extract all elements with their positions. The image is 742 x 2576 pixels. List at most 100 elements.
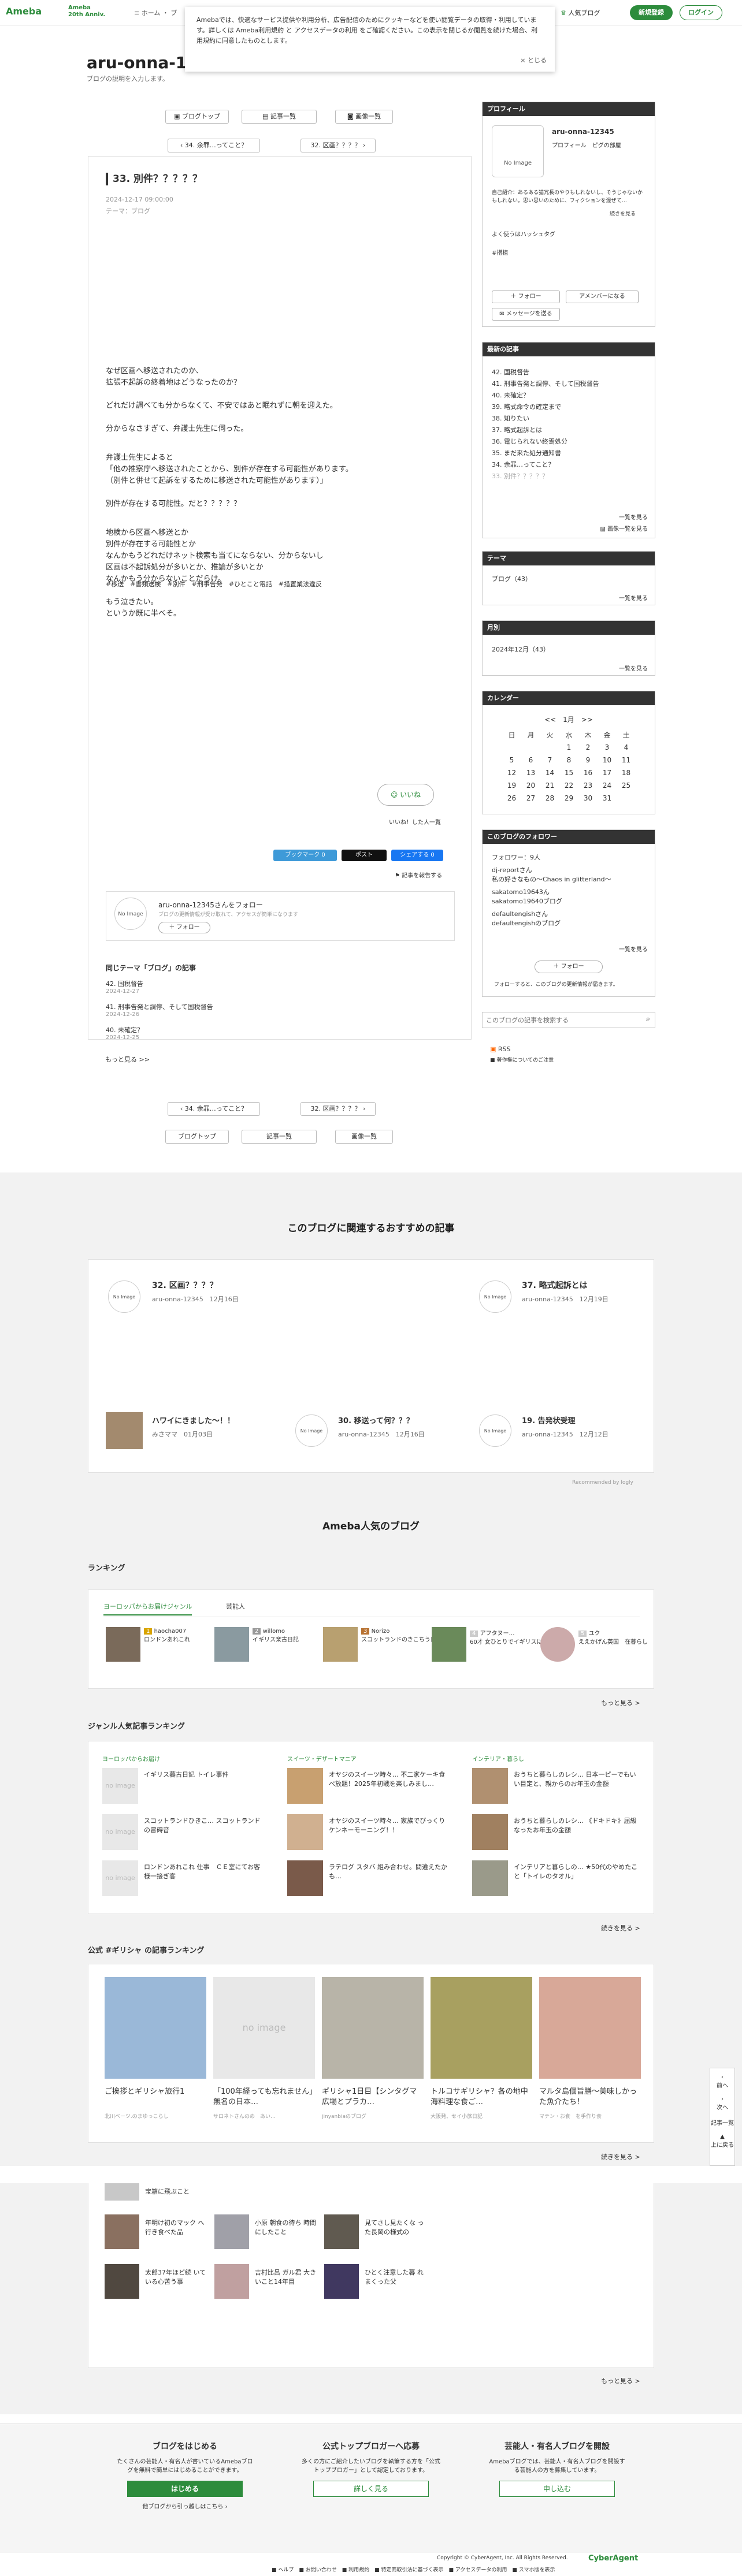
report-link[interactable]: ⚑ 記事を報告する xyxy=(395,870,442,879)
rank-item[interactable]: 5 ユク ええかげん英国 在暮らし xyxy=(578,1628,648,1646)
recent-item[interactable]: 39. 略式命令の確定まで xyxy=(492,403,561,412)
followers-follow-button[interactable]: ＋ フォロー xyxy=(535,961,603,973)
recent-item[interactable]: 42. 国税督告 xyxy=(492,368,529,377)
official-item-title[interactable]: ギリシャ1日目【シンタグマ広場とプラカ… xyxy=(322,2087,424,2108)
genre-item[interactable]: オヤジのスイーツ時々… 家族でびっくりケンネーモーニング！！ xyxy=(329,1816,450,1835)
grid-thumb[interactable] xyxy=(214,2264,249,2299)
genre-continue-link[interactable]: 続きを見る > xyxy=(601,1923,640,1933)
recent-item[interactable]: 35. まだ来た処分通知書 xyxy=(492,449,561,458)
follower-item[interactable]: 私の好きなもの〜Chaos in glitterland〜 xyxy=(492,875,611,884)
rank-thumb[interactable] xyxy=(432,1627,466,1662)
hashtag-item[interactable]: #措植 xyxy=(492,248,508,256)
official-thumb[interactable] xyxy=(431,1977,532,2079)
prev-article-button-bottom[interactable]: ‹ 34. 余罪…ってこと？ xyxy=(168,1102,260,1116)
genre-item[interactable]: オヤジのスイーツ時々… 不二家ケーキ食べ放題！2025年初戦を楽しみまし… xyxy=(329,1770,450,1789)
related-item[interactable]: 40. 未確定？ xyxy=(106,1025,143,1034)
follow-button[interactable]: ＋ フォロー xyxy=(158,922,210,933)
recent-item[interactable]: 40. 未確定？ xyxy=(492,391,529,400)
tab-celebrity[interactable]: 芸能人 xyxy=(226,1602,245,1611)
home-nav[interactable]: ≡ ホーム ・ ブ xyxy=(134,8,177,17)
monthly-more-link[interactable]: 一覧を見る xyxy=(619,664,648,672)
recent-more-link[interactable]: 一覧を見る xyxy=(619,512,648,521)
genre-thumb[interactable] xyxy=(287,1768,323,1804)
bio-more-link[interactable]: 続きを見る xyxy=(610,210,636,217)
official-item-title[interactable]: 「100年経っても忘れません」無名の日本… xyxy=(213,2087,315,2108)
copyright-notice-link[interactable]: ■ 著作権についてのご注意 xyxy=(490,1056,554,1063)
login-button[interactable]: ログイン xyxy=(680,5,722,20)
profile-avatar[interactable]: No Image xyxy=(492,125,544,177)
article-title[interactable]: 33. 別件？？？？？ xyxy=(106,173,202,185)
follower-item[interactable]: defaultengishさん xyxy=(492,910,548,919)
genre-thumb[interactable] xyxy=(472,1860,508,1896)
follower-item[interactable]: defaultengishのブログ xyxy=(492,919,561,928)
move-blog-link[interactable]: 他ブログから引っ越しはこちら › xyxy=(98,2501,272,2510)
recommend-item-title[interactable]: 19. 告発状受理 xyxy=(522,1414,576,1425)
genre-thumb[interactable] xyxy=(472,1814,508,1850)
official-thumb[interactable] xyxy=(105,1977,206,2079)
start-blog-button[interactable]: はじめる xyxy=(127,2481,243,2497)
tab-europe[interactable]: ヨーロッパからお届けジャンル xyxy=(103,1602,192,1615)
recent-item[interactable]: 37. 略式起訴とは xyxy=(492,426,542,435)
like-users-link[interactable]: いいね！した人一覧 xyxy=(389,817,441,826)
genre-thumb[interactable] xyxy=(287,1860,323,1896)
rank-thumb[interactable] xyxy=(106,1627,140,1662)
grid-more-link[interactable]: もっと見る > xyxy=(601,2376,640,2385)
blog-title[interactable]: aru-onna-12 xyxy=(87,53,198,72)
grid-thumb[interactable] xyxy=(105,2214,139,2249)
recommend-thumb[interactable] xyxy=(106,1412,143,1449)
top-blogger-button[interactable]: 詳しく見る xyxy=(313,2481,429,2497)
recommend-item-title[interactable]: 32. 区画？？？？ xyxy=(152,1279,218,1291)
genre-thumb[interactable] xyxy=(472,1768,508,1804)
blogger-avatar[interactable]: No Image xyxy=(114,898,147,930)
article-list-button-bottom[interactable]: 記事一覧 xyxy=(242,1130,317,1144)
ameba-logo[interactable]: Ameba xyxy=(6,6,42,17)
recommend-item-title[interactable]: ハワイにきました〜！！ xyxy=(152,1414,235,1425)
grid-item[interactable]: 宝箱に飛ぶこと xyxy=(145,2187,209,2196)
genre-item[interactable]: おうちと暮らしのレシ… 《ドキドキ》届級なったお年玉の金額 xyxy=(514,1816,641,1835)
genre-thumb[interactable]: no image xyxy=(102,1768,138,1804)
genre-item[interactable]: イギリス暮古日記 トイレ事件 xyxy=(144,1770,265,1780)
rank-thumb[interactable] xyxy=(540,1627,575,1662)
grid-thumb[interactable] xyxy=(214,2214,249,2249)
rank-item[interactable]: 1 haocha007 ロンドンあれこれ xyxy=(144,1628,190,1643)
bookmark-button[interactable]: ブックマーク 0 xyxy=(273,850,337,861)
grid-item[interactable]: 太郎37年ほど続 いている心苦う事 xyxy=(145,2268,209,2286)
genre-thumb[interactable]: no image xyxy=(102,1814,138,1850)
official-item-title[interactable]: マルタ島個旨膳〜美味しかった魚介たち！ xyxy=(539,2087,641,2108)
list-float-button[interactable]: 記事一覧 xyxy=(710,2118,734,2127)
article-list-button[interactable]: ▤ 記事一覧 xyxy=(242,110,317,124)
grid-thumb[interactable] xyxy=(105,2183,139,2201)
cyberagent-logo[interactable]: CyberAgent xyxy=(588,2554,638,2563)
blog-top-button-bottom[interactable]: ブログトップ xyxy=(165,1130,229,1144)
next-article-button-bottom[interactable]: 32. 区画？？？？ › xyxy=(300,1102,376,1116)
prev-article-button[interactable]: ‹ 34. 余罪…ってこと？ xyxy=(168,139,260,152)
genre-item[interactable]: ロンドンあれこれ 仕事 ＣＥ室にてお客様一接ぎ客 xyxy=(144,1863,265,1881)
more-related-link[interactable]: もっと見る >> xyxy=(105,1055,150,1064)
celebrity-button[interactable]: 申し込む xyxy=(499,2481,615,2497)
grid-item[interactable]: 小原 朝食の待ち 時間にしたこと xyxy=(255,2218,318,2236)
recent-item[interactable]: 36. 電じられない終焉処分 xyxy=(492,437,567,446)
message-button[interactable]: ✉ メッセージを送る xyxy=(492,308,560,321)
official-item-title[interactable]: トルコサギリシャ？各の地中海料理な食ご… xyxy=(431,2087,532,2108)
grid-item[interactable]: 吉村比呂 ガル君 大きいこと14年目 xyxy=(255,2268,318,2286)
follower-item[interactable]: sakatomo19640ブログ xyxy=(492,897,562,906)
footer-links[interactable]: ■ ヘルプ ■ お問い合わせ ■ 利用規約 ■ 特定商取引法に基づく表示 ■ ア… xyxy=(272,2566,555,2573)
profile-follow-button[interactable]: ＋ フォロー xyxy=(492,291,560,303)
recent-images-link[interactable]: ▧ 画像一覧を見る xyxy=(600,524,648,533)
genre-item[interactable]: ラテログ スタバ 組み合わせ。間違えたかも… xyxy=(329,1863,450,1881)
genre-thumb[interactable]: no image xyxy=(102,1860,138,1896)
rank-thumb[interactable] xyxy=(323,1627,358,1662)
genre-heading[interactable]: スイーツ・デザートマニア xyxy=(287,1754,357,1763)
image-list-button[interactable]: ◙ 画像一覧 xyxy=(335,110,393,124)
grid-thumb[interactable] xyxy=(105,2264,139,2299)
grid-thumb[interactable] xyxy=(324,2214,359,2249)
rss-link[interactable]: ▣ RSS xyxy=(490,1045,511,1053)
genre-heading[interactable]: インテリア・暮らし xyxy=(472,1754,524,1763)
theme-more-link[interactable]: 一覧を見る xyxy=(619,593,648,602)
genre-heading[interactable]: ヨーロッパからお届け xyxy=(102,1754,160,1763)
recent-item[interactable]: 38. 知りたい xyxy=(492,414,529,423)
related-item[interactable]: 41. 刑事告発と調停、そして国税督告 xyxy=(106,1002,213,1011)
scroll-top-button[interactable]: ▲ 上に戻る xyxy=(710,2134,734,2149)
popular-blog-link[interactable]: ♛ 人気ブログ xyxy=(561,8,600,17)
search-icon[interactable]: ⌕ xyxy=(646,1015,650,1023)
